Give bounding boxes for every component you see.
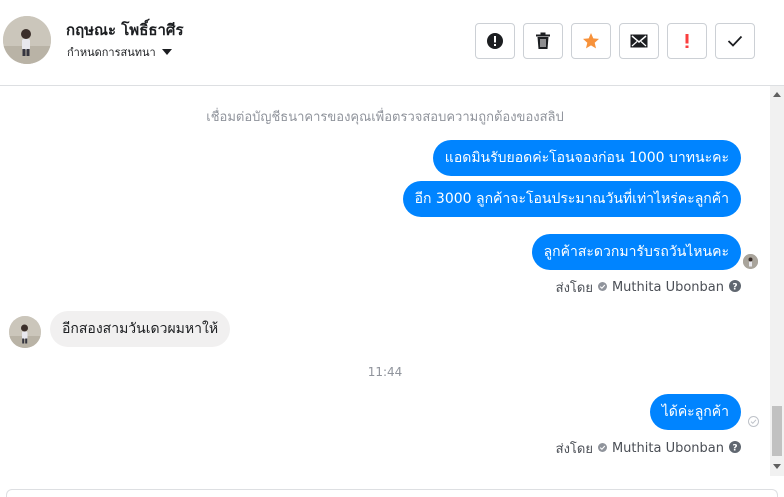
mark-spam-button[interactable] xyxy=(475,23,515,59)
envelope-icon xyxy=(630,34,648,48)
sent-by-line: ส่งโดย Muthita Ubonban ? xyxy=(556,438,741,459)
sender-name-link[interactable]: Muthita Ubonban xyxy=(612,441,724,456)
contact-avatar-small[interactable] xyxy=(9,316,41,348)
outgoing-message[interactable]: แอดมินรับยอดค่ะโอนจองก่อน 1000 บาทนะคะ xyxy=(432,140,741,176)
trash-icon xyxy=(535,32,551,50)
delete-button[interactable] xyxy=(523,23,563,59)
assign-conversation-dropdown[interactable]: กำหนดการสนทนา xyxy=(67,43,172,61)
contact-name: กฤษณะ โพธิ์ธาศีร xyxy=(66,21,184,39)
outgoing-message[interactable]: ลูกค้าสะดวกมารับรถวันไหนคะ xyxy=(531,234,741,270)
bank-connect-notice: เชื่อมต่อบัญชีธนาคารของคุณเพื่อตรวจสอบคว… xyxy=(206,110,564,125)
scroll-down-arrow-icon[interactable] xyxy=(773,464,781,469)
assign-label-text: กำหนดการสนทนา xyxy=(67,46,156,59)
check-circle-icon xyxy=(597,280,607,295)
mark-important-button[interactable] xyxy=(667,23,707,59)
checkmark-icon xyxy=(727,35,743,47)
svg-text:?: ? xyxy=(732,282,737,292)
seen-avatar xyxy=(743,254,758,269)
help-icon[interactable]: ? xyxy=(729,440,741,457)
outgoing-message[interactable]: ได้ค่ะลูกค้า xyxy=(649,394,741,430)
contact-avatar[interactable] xyxy=(3,16,51,64)
star-icon xyxy=(582,32,600,50)
header-actions xyxy=(475,23,755,59)
outgoing-message[interactable]: อีก 3000 ลูกค้าจะโอนประมาณวันที่เท่าไหร่… xyxy=(402,181,741,217)
thread-scrollbar[interactable] xyxy=(770,86,784,476)
exclamation-circle-icon xyxy=(486,32,504,50)
sent-by-line: ส่งโดย Muthita Ubonban ? xyxy=(556,277,741,298)
check-circle-icon xyxy=(597,441,607,456)
exclamation-icon xyxy=(684,33,690,49)
star-button[interactable] xyxy=(571,23,611,59)
sent-by-prefix: ส่งโดย xyxy=(555,281,593,296)
help-icon[interactable]: ? xyxy=(729,279,741,296)
sender-name-link[interactable]: Muthita Ubonban xyxy=(612,280,724,295)
mark-unread-button[interactable] xyxy=(619,23,659,59)
sent-by-prefix: ส่งโดย xyxy=(555,442,593,457)
scroll-up-arrow-icon[interactable] xyxy=(773,92,781,97)
caret-down-icon xyxy=(161,47,172,58)
incoming-message[interactable]: อีกสองสามวันเดวผมหาให้ xyxy=(50,311,231,347)
message-thread[interactable]: เชื่อมต่อบัญชีธนาคารของคุณเพื่อตรวจสอบคว… xyxy=(0,86,770,490)
svg-text:?: ? xyxy=(732,443,737,453)
message-timestamp: 11:44 xyxy=(367,365,403,379)
scrollbar-thumb[interactable] xyxy=(772,406,782,456)
conversation-header: กฤษณะ โพธิ์ธาศีร กำหนดการสนทนา xyxy=(0,0,784,86)
mark-done-button[interactable] xyxy=(715,23,755,59)
sent-status-icon xyxy=(748,416,759,427)
message-composer[interactable] xyxy=(6,489,778,497)
